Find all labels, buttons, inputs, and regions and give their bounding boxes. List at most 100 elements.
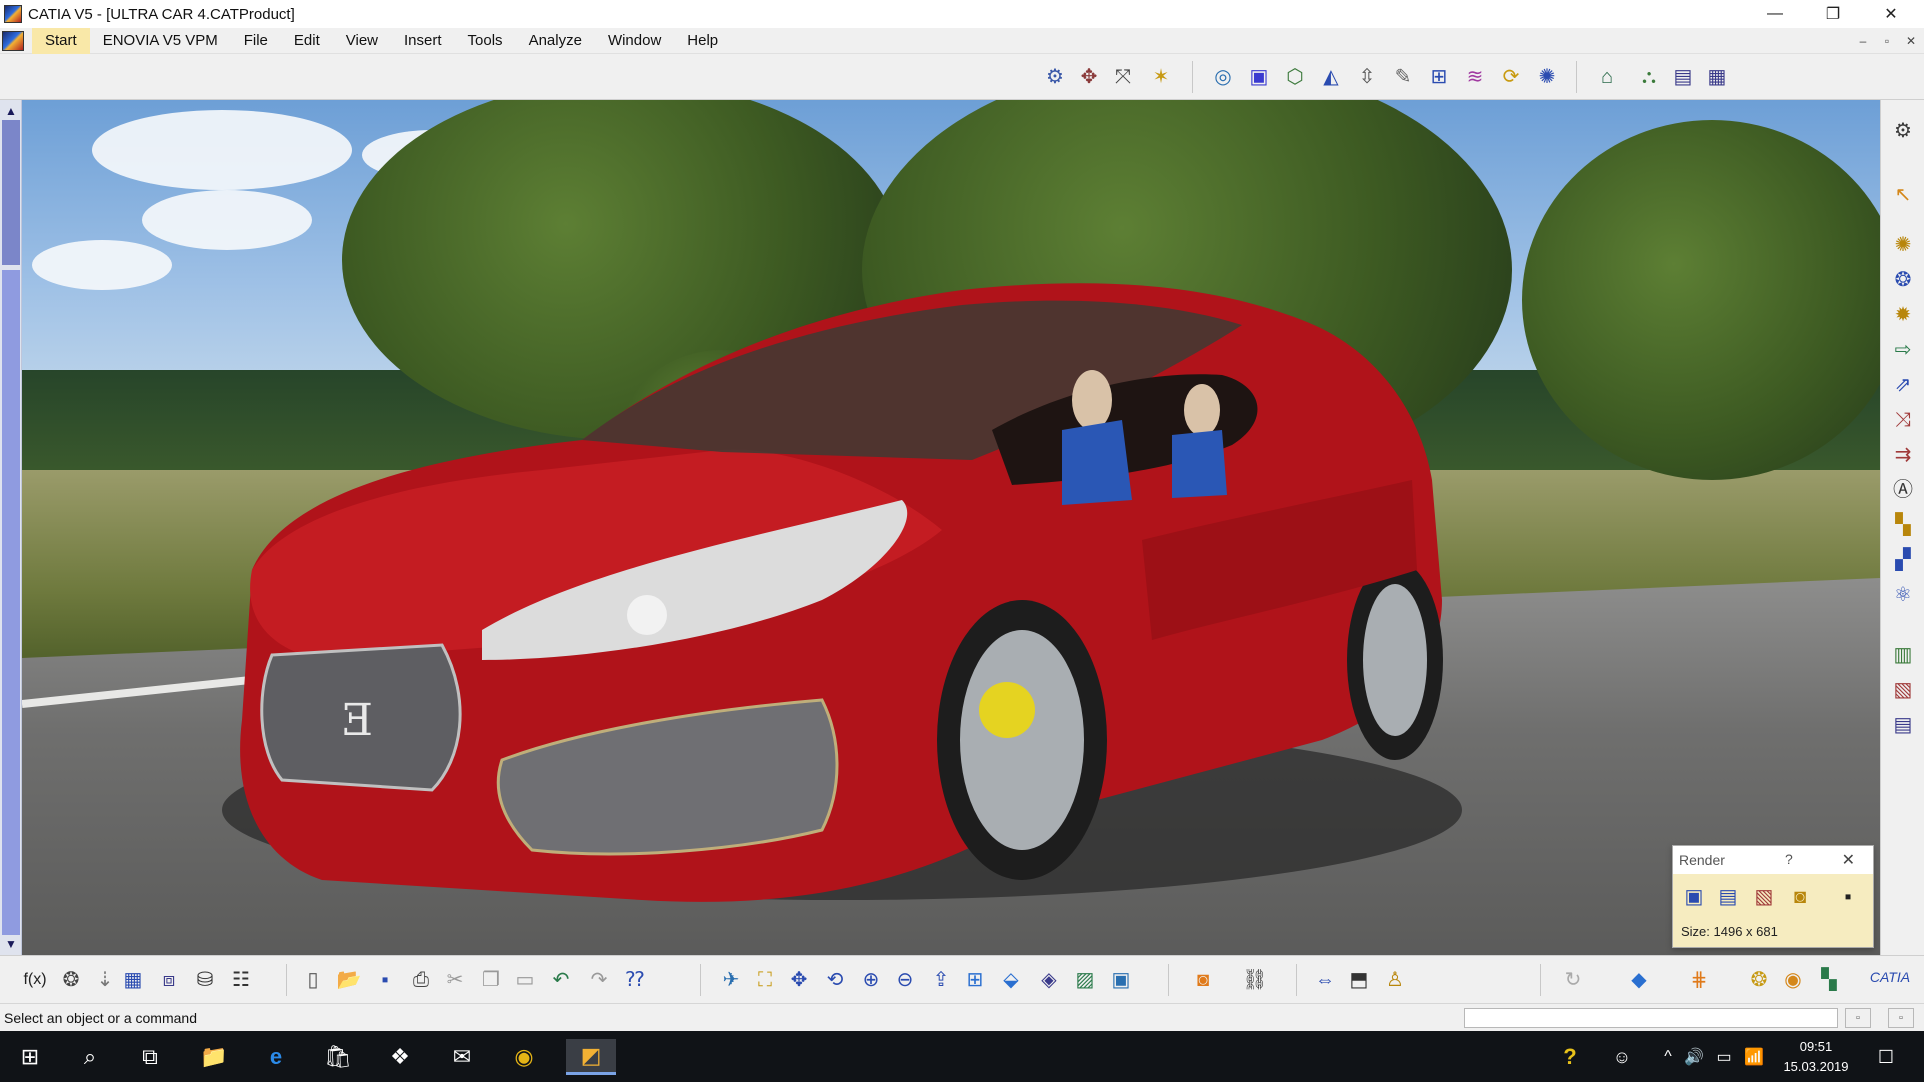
zoom-out-icon[interactable]: ⊖ [890, 965, 920, 995]
render-region-icon[interactable]: ▧ [1749, 882, 1779, 912]
network-icon[interactable]: 📶 [1736, 1039, 1772, 1075]
people-icon[interactable]: ☺ [1604, 1039, 1640, 1075]
edge-browser-icon[interactable]: e [258, 1039, 294, 1075]
close-icon[interactable]: ✕ [1842, 850, 1855, 870]
fast-multi-instantiation-icon[interactable]: ▞ [1888, 545, 1918, 575]
new-part-icon[interactable]: ✹ [1888, 300, 1918, 330]
measure-item-icon[interactable]: ⇔ [1310, 965, 1340, 995]
new-product-icon[interactable]: ❂ [1888, 265, 1918, 295]
pan-icon[interactable]: ✥ [784, 965, 814, 995]
existing-component-icon[interactable]: ✺ [1888, 230, 1918, 260]
notifications-icon[interactable]: ☐ [1868, 1039, 1904, 1075]
paste-icon[interactable]: ▭ [510, 965, 540, 995]
apply-material-icon[interactable]: ❂ [1744, 965, 1774, 995]
multi-instantiation-icon[interactable]: ▚ [1888, 510, 1918, 540]
sectioning-icon[interactable]: ▧ [1888, 675, 1918, 705]
catia-menu-icon[interactable] [2, 30, 24, 51]
coincidence-icon[interactable]: ◎ [1208, 62, 1238, 92]
mdi-close-button[interactable]: ✕ [1902, 32, 1920, 50]
scrollbar-track[interactable] [2, 270, 20, 935]
help-tray-icon[interactable]: ? [1552, 1039, 1588, 1075]
measure-inertia-icon[interactable]: ⬒ [1344, 965, 1374, 995]
scrollbar-thumb[interactable] [2, 120, 20, 265]
open-folder-icon[interactable]: 📂 [334, 965, 364, 995]
snap-icon[interactable]: ⤧ [1108, 62, 1138, 92]
product-structure-icon[interactable]: ☷ [226, 965, 256, 995]
rotate-icon[interactable]: ⟲ [820, 965, 850, 995]
gear-settings-icon[interactable]: ⚙ [1888, 116, 1918, 146]
load-components-icon[interactable]: ⇉ [1888, 440, 1918, 470]
swap-visible-space-icon[interactable]: ▣ [1106, 965, 1136, 995]
scroll-up-icon[interactable]: ▲ [0, 102, 22, 120]
measure-between-icon[interactable]: ⛓ [1240, 965, 1270, 995]
render-options-icon[interactable]: ▤ [1713, 882, 1743, 912]
knowledge-icon[interactable]: ❂ [56, 965, 86, 995]
search-icon[interactable]: ⌕ [72, 1039, 108, 1075]
fix-icon[interactable]: ✎ [1388, 62, 1418, 92]
offset-icon[interactable]: ◭ [1316, 62, 1346, 92]
car-model[interactable]: Ǝ [22, 100, 1880, 955]
iso-view-icon[interactable]: ⬙ [996, 965, 1026, 995]
fix-together-icon[interactable]: ⊞ [1424, 62, 1454, 92]
quick-constraint-icon[interactable]: ≋ [1460, 62, 1490, 92]
pin-icon[interactable]: ⇣ [90, 965, 120, 995]
cube-icon[interactable]: ▣ [1244, 62, 1274, 92]
menu-view[interactable]: View [333, 28, 391, 54]
mdi-minimize-button[interactable]: – [1854, 32, 1872, 50]
color-palette-icon[interactable]: ▚ [1814, 965, 1844, 995]
chrome-icon[interactable]: ◉ [506, 1039, 542, 1075]
catia-taskbar-icon[interactable]: ◩ [566, 1039, 616, 1075]
save-image-icon[interactable]: ▪ [1833, 882, 1863, 912]
new-document-icon[interactable]: ▯ [298, 965, 328, 995]
scene-icon[interactable]: ⛬ [1634, 62, 1664, 92]
vertical-scrollbar[interactable]: ▲ ▼ [0, 100, 22, 955]
clash-icon[interactable]: ▤ [1888, 710, 1918, 740]
table-icon[interactable]: ▦ [118, 965, 148, 995]
normal-view-icon[interactable]: ⇪ [926, 965, 956, 995]
help-icon[interactable]: ? [1785, 851, 1793, 867]
file-explorer-icon[interactable]: 📁 [196, 1039, 232, 1075]
status-button[interactable]: ▫ [1888, 1008, 1914, 1028]
mail-icon[interactable]: ✉ [444, 1039, 480, 1075]
mdi-restore-button[interactable]: ▫ [1878, 32, 1896, 50]
catalog-icon[interactable]: ⌂ [1592, 62, 1622, 92]
status-button[interactable]: ▫ [1845, 1008, 1871, 1028]
windows-start-icon[interactable]: ⊞ [12, 1039, 48, 1075]
fly-mode-icon[interactable]: ✈ [716, 965, 746, 995]
restore-button[interactable]: ❐ [1804, 0, 1862, 28]
generate-numbering-icon[interactable]: ⤨ [1888, 405, 1918, 435]
zoom-in-icon[interactable]: ⊕ [856, 965, 886, 995]
scene-manager-icon[interactable]: ▥ [1888, 640, 1918, 670]
select-arrow-icon[interactable]: ↖ [1888, 180, 1918, 210]
flexible-icon[interactable]: ⟳ [1496, 62, 1526, 92]
symmetry-icon[interactable]: ⚛ [1888, 580, 1918, 610]
capture-icon[interactable]: ◙ [1188, 965, 1218, 995]
formula-icon[interactable]: f(x) [20, 965, 50, 995]
print-icon[interactable]: ⎙ [406, 965, 436, 995]
assembly-constraint-icon[interactable]: ⚙ [1040, 62, 1070, 92]
tree-expand-icon[interactable]: ⧈ [154, 965, 184, 995]
menu-tools[interactable]: Tools [455, 28, 516, 54]
explode-icon[interactable]: ✶ [1146, 62, 1176, 92]
update-icon[interactable]: ↻ [1558, 965, 1588, 995]
close-button[interactable]: ✕ [1862, 0, 1920, 28]
camera-icon[interactable]: ◙ [1785, 882, 1815, 912]
replace-component-icon[interactable]: ⇨ [1888, 335, 1918, 365]
fit-all-in-icon[interactable]: ⛶ [750, 965, 780, 995]
menu-edit[interactable]: Edit [281, 28, 333, 54]
shading-icon[interactable]: ◈ [1034, 965, 1064, 995]
minimize-button[interactable]: — [1746, 0, 1804, 28]
menu-start[interactable]: Start [32, 27, 90, 54]
task-view-icon[interactable]: ⧉ [132, 1039, 168, 1075]
text-annotation-icon[interactable]: Ⓐ [1888, 475, 1918, 505]
menu-analyze[interactable]: Analyze [516, 28, 595, 54]
save-icon[interactable]: ▪ [370, 965, 400, 995]
graph-tree-reorder-icon[interactable]: ⇗ [1888, 370, 1918, 400]
cut-icon[interactable]: ✂ [440, 965, 470, 995]
undo-icon[interactable]: ↶ [546, 965, 576, 995]
dropbox-icon[interactable]: ❖ [382, 1039, 418, 1075]
multi-view-icon[interactable]: ⊞ [960, 965, 990, 995]
hide-show-icon[interactable]: ▨ [1070, 965, 1100, 995]
contact-icon[interactable]: ⬡ [1280, 62, 1310, 92]
catia-app-icon[interactable] [4, 5, 22, 23]
